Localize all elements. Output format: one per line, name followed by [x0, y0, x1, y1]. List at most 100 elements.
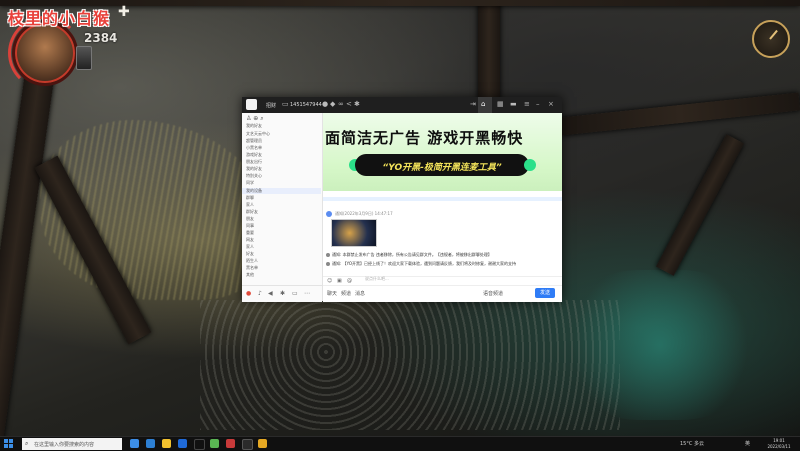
- sidebar-item[interactable]: 网友: [246, 237, 254, 243]
- sidebar-item[interactable]: 特别关心: [246, 173, 262, 179]
- speaker-icon[interactable]: ◀: [268, 290, 273, 297]
- windows-start-button[interactable]: [4, 439, 14, 449]
- sidebar-footer: ● ♪ ◀ ✱ ▭ ⋯: [242, 285, 322, 302]
- announcement-bar: [323, 197, 562, 201]
- app-icon[interactable]: [210, 439, 219, 448]
- message-image[interactable]: [331, 219, 377, 247]
- group-id: 1451547944: [290, 102, 322, 108]
- user-icon[interactable]: ●: [322, 100, 328, 108]
- sidebar-item[interactable]: 文艺天云中心: [246, 131, 270, 137]
- input-toolbar: ☺ ▣ @: [323, 276, 562, 285]
- voice-channel-label[interactable]: 语音频道: [483, 290, 503, 297]
- taskbar-search[interactable]: ⌕ 在这里输入你要搜索的内容: [22, 438, 122, 450]
- sidebar-item[interactable]: 我的好友: [246, 166, 262, 172]
- more-icon[interactable]: ⋯: [304, 290, 310, 297]
- chat-input[interactable]: 说点什么吧...: [365, 276, 389, 282]
- app-icon[interactable]: [226, 439, 235, 448]
- notice-line: 通知: 【YO开黑】已经上线了！欢迎大家下载体验，遇到问题请反馈，我们将及时修复…: [326, 261, 516, 267]
- sidebar-item[interactable]: 游戏好友: [246, 152, 262, 158]
- gamepad-icon[interactable]: ▬: [510, 100, 517, 108]
- avatar: [12, 20, 78, 86]
- sidebar-item[interactable]: 陌生人: [246, 258, 258, 264]
- ammo-icon: [76, 46, 92, 70]
- bottom-tab[interactable]: 消息: [355, 290, 365, 297]
- grid-icon[interactable]: ▦: [497, 100, 504, 108]
- sidebar-item[interactable]: 黑名单: [246, 265, 258, 271]
- gravel-ground: [200, 300, 620, 430]
- streamer-name: 枝里的小白猴: [8, 9, 111, 28]
- sidebar: ♙ ⊕ ⌕ 我的好友 文艺天云中心 超管理员 小黑名单 游戏好友 朋友出行 我的…: [242, 113, 323, 302]
- sidebar-item[interactable]: 朋友: [246, 216, 254, 222]
- compass-icon: [752, 20, 790, 58]
- settings-icon[interactable]: ✱: [354, 100, 360, 108]
- notice-text: 通知: 本群禁止发布广告 违者移除，所有公告请见群文件。【违规者，将被移出群聊处…: [332, 252, 492, 257]
- home-button[interactable]: ⌂: [478, 97, 492, 113]
- sidebar-item[interactable]: 超管理员: [246, 138, 262, 144]
- sidebar-item[interactable]: 群聊: [246, 195, 254, 201]
- sidebar-item[interactable]: 重要: [246, 230, 254, 236]
- sidebar-item[interactable]: 其他: [246, 272, 254, 278]
- menu-icon[interactable]: ≡: [524, 100, 530, 108]
- mic-icon[interactable]: ◆: [330, 100, 335, 108]
- message-meta: 通知(2022年3月9日) 14:47:17: [335, 211, 393, 216]
- sidebar-tools[interactable]: ♙ ⊕ ⌕: [246, 115, 264, 123]
- banner-pill-text: “YO开黑-极简开黑连麦工具”: [382, 163, 502, 173]
- bottom-tab[interactable]: 聊天: [327, 290, 337, 297]
- wood-post-top: [478, 0, 500, 100]
- app-icon[interactable]: [178, 439, 187, 448]
- folder-icon[interactable]: [162, 439, 171, 448]
- emoji-icon[interactable]: ☺: [327, 278, 332, 284]
- edge-icon[interactable]: [146, 439, 155, 448]
- mic-icon[interactable]: ♪: [258, 290, 262, 297]
- teal-foliage: [560, 270, 760, 420]
- send-button[interactable]: 发送: [535, 288, 555, 298]
- sidebar-header: 我的好友: [246, 123, 262, 128]
- avatar: [326, 211, 332, 217]
- sidebar-item[interactable]: 家人: [246, 202, 254, 208]
- sidebar-item[interactable]: 同学: [246, 180, 254, 186]
- bone-icon: ✚: [118, 4, 130, 20]
- minimize-icon[interactable]: –: [536, 100, 540, 108]
- sidebar-item[interactable]: 同事: [246, 223, 254, 229]
- wood-beam-right: [559, 92, 800, 136]
- image-icon[interactable]: ▣: [337, 278, 342, 284]
- input-lang[interactable]: 英: [745, 440, 750, 447]
- taskbar: ⌕ 在这里输入你要搜索的内容 15°C 多云 英 19:01 2022/03/1…: [0, 436, 800, 451]
- info-icon: [326, 262, 330, 266]
- sidebar-item[interactable]: 群好友: [246, 209, 258, 215]
- notice-line: 通知: 本群禁止发布广告 违者移除，所有公告请见群文件。【违规者，将被移出群聊处…: [326, 252, 492, 258]
- taskview-icon[interactable]: [130, 439, 139, 448]
- score-counter: 2384: [84, 31, 118, 45]
- sidebar-item[interactable]: 我的设备: [246, 188, 262, 194]
- chat-bottombar: 聊天 频道 消息 语音频道 发送: [323, 285, 562, 302]
- exit-icon[interactable]: ⇥: [470, 100, 476, 108]
- sidebar-item[interactable]: 朋友出行: [246, 159, 262, 165]
- decor-dot: [524, 159, 536, 171]
- screen-icon[interactable]: ▭: [292, 290, 298, 297]
- info-icon: [326, 253, 330, 257]
- chat-main: 面简洁无广告 游戏开黑畅快 “YO开黑-极简开黑连麦工具” 通知(2022年3月…: [323, 113, 562, 302]
- share-icon[interactable]: <: [346, 100, 352, 108]
- bottom-tab[interactable]: 频道: [341, 290, 351, 297]
- app-icon[interactable]: [242, 439, 253, 450]
- settings-icon[interactable]: ✱: [280, 290, 285, 297]
- wood-beam-left: [0, 60, 57, 436]
- close-icon[interactable]: ×: [548, 100, 554, 108]
- chat-title: 招财: [266, 103, 277, 109]
- app-icon[interactable]: [258, 439, 267, 448]
- weather[interactable]: 15°C 多云: [680, 440, 704, 447]
- at-icon[interactable]: @: [347, 278, 352, 284]
- banner-pill: “YO开黑-极简开黑连麦工具”: [355, 154, 529, 176]
- wood-beam-right-diag: [655, 134, 745, 276]
- search-icon: ⌕: [25, 440, 29, 447]
- app-icon[interactable]: [194, 439, 205, 450]
- mic-status-icon[interactable]: ●: [246, 290, 251, 297]
- id-icon: ▭: [282, 100, 289, 108]
- promo-banner[interactable]: 面简洁无广告 游戏开黑畅快 “YO开黑-极简开黑连麦工具”: [323, 113, 562, 191]
- sidebar-item[interactable]: 好友: [246, 251, 254, 257]
- link-icon[interactable]: ∞: [338, 100, 344, 108]
- sidebar-item[interactable]: 小黑名单: [246, 145, 262, 151]
- sidebar-item[interactable]: 家人: [246, 244, 254, 250]
- chat-titlebar: 招财 ▭ 1451547944 ● ◆ ∞ < ✱ ⇥ ⌂ ▦ ▬ ≡ – ×: [242, 97, 562, 113]
- clock[interactable]: 19:01 2022/03/11: [760, 438, 798, 450]
